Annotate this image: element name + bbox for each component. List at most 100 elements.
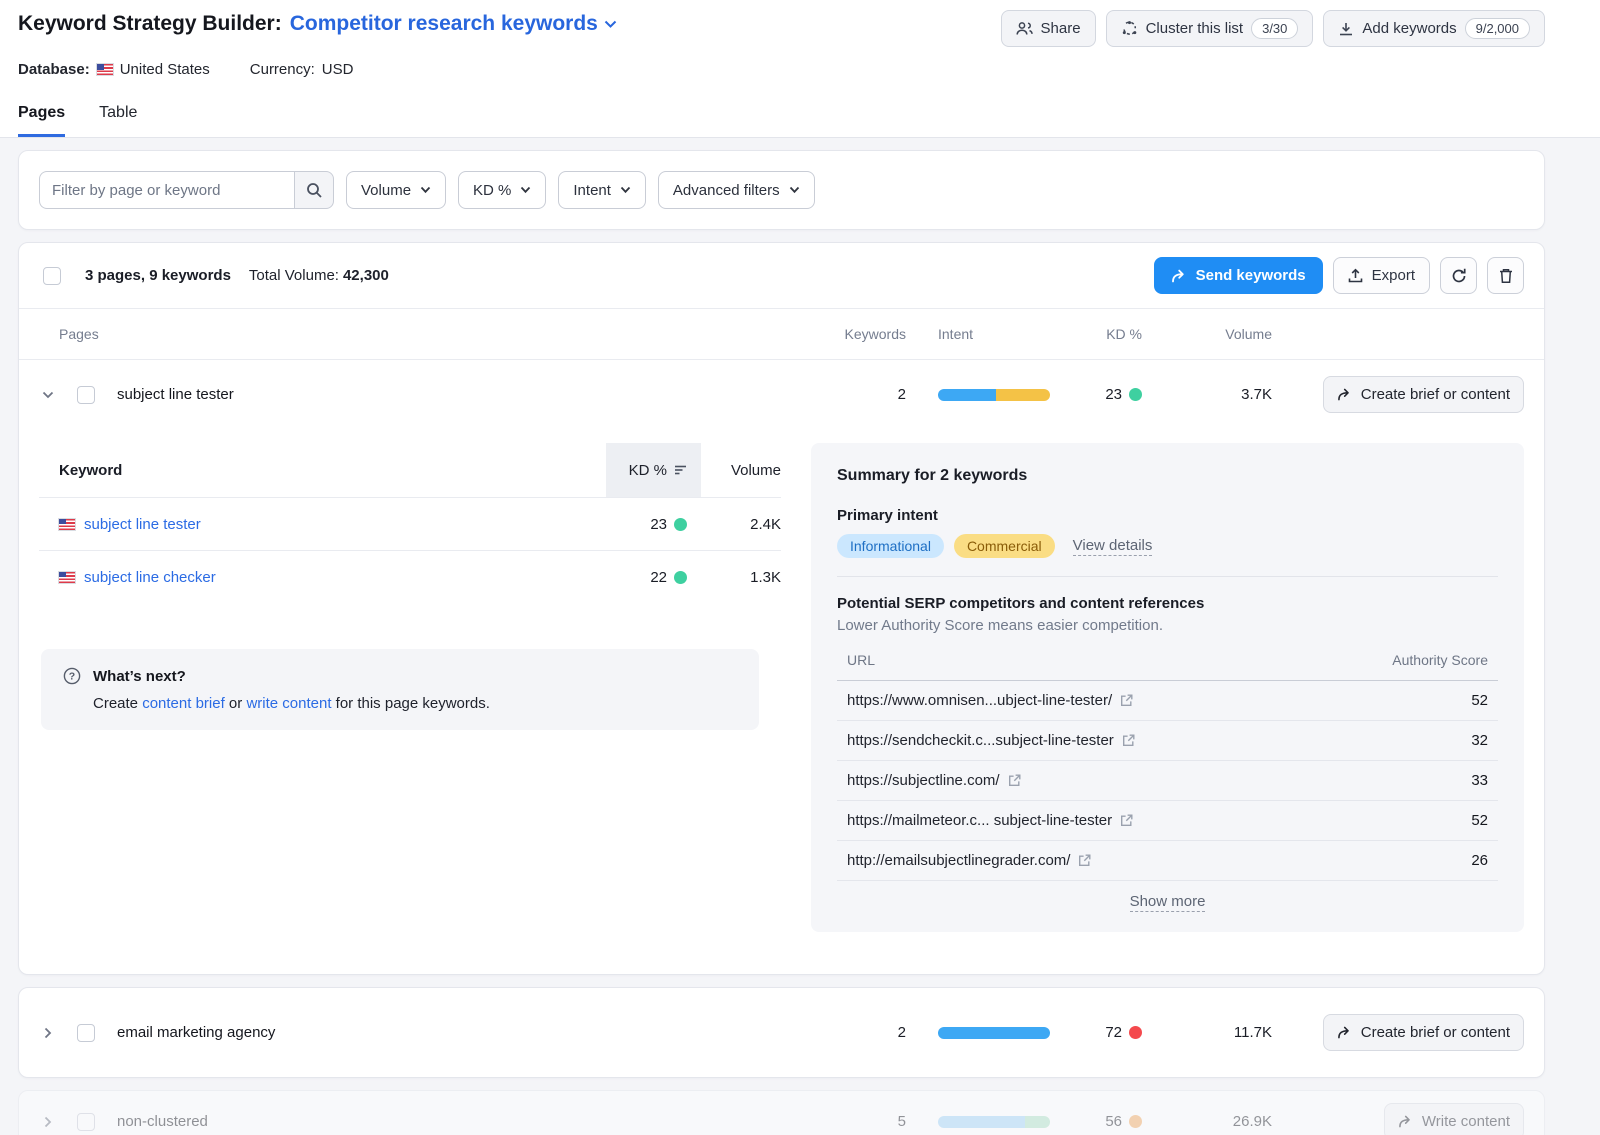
competitor-url: https://subjectline.com/ bbox=[847, 772, 1000, 789]
intent-bar bbox=[938, 1116, 1050, 1128]
expand-chevron-icon[interactable] bbox=[39, 1024, 57, 1042]
chevron-down-icon bbox=[789, 186, 800, 194]
page-name: non-clustered bbox=[117, 1113, 836, 1130]
authority-score: 52 bbox=[1471, 812, 1488, 829]
informational-badge: Informational bbox=[837, 534, 944, 558]
score-col-header: Authority Score bbox=[1392, 652, 1488, 668]
kw-col-kd-sorted[interactable]: KD % bbox=[606, 443, 701, 497]
commercial-badge: Commercial bbox=[954, 534, 1055, 558]
content-brief-link[interactable]: content brief bbox=[142, 695, 225, 712]
export-button[interactable]: Export bbox=[1333, 257, 1430, 294]
kw-col-volume: Volume bbox=[701, 443, 781, 497]
advanced-filters-dropdown[interactable]: Advanced filters bbox=[658, 171, 815, 209]
expand-chevron-icon[interactable] bbox=[39, 1113, 57, 1131]
row-checkbox[interactable] bbox=[77, 1024, 95, 1042]
chevron-down-icon bbox=[520, 186, 531, 194]
volume-filter-dropdown[interactable]: Volume bbox=[346, 171, 446, 209]
share-button[interactable]: Share bbox=[1001, 10, 1096, 47]
page-card-non-clustered: non-clustered 5 56 26.9K Write content bbox=[18, 1090, 1545, 1135]
summary-title: Summary for 2 keywords bbox=[837, 467, 1498, 485]
pages-table-card: 3 pages, 9 keywords Total Volume:42,300 … bbox=[18, 242, 1545, 975]
chevron-down-icon bbox=[420, 186, 431, 194]
search-input[interactable] bbox=[39, 171, 294, 209]
col-keywords: Keywords bbox=[836, 326, 906, 342]
create-brief-button[interactable]: Create brief or content bbox=[1323, 376, 1524, 413]
kd-value: 22 bbox=[650, 569, 667, 586]
refresh-icon bbox=[1451, 268, 1467, 284]
wn-part1: Create bbox=[93, 695, 142, 712]
view-details-link[interactable]: View details bbox=[1073, 537, 1153, 556]
page-row-non-clustered: non-clustered 5 56 26.9K Write content bbox=[39, 1093, 1524, 1135]
tab-table[interactable]: Table bbox=[99, 104, 137, 137]
competitor-url: http://emailsubjectlinegrader.com/ bbox=[847, 852, 1070, 869]
delete-button[interactable] bbox=[1487, 257, 1524, 294]
serp-url-row: https://sendcheckit.c...subject-line-tes… bbox=[837, 721, 1498, 761]
total-volume-label: Total Volume: bbox=[249, 267, 339, 284]
write-content-link[interactable]: write content bbox=[246, 695, 331, 712]
external-link-icon[interactable] bbox=[1008, 774, 1021, 787]
authority-score: 32 bbox=[1471, 732, 1488, 749]
kd-filter-dropdown[interactable]: KD % bbox=[458, 171, 546, 209]
volume-value: 2.4K bbox=[701, 516, 781, 533]
add-keywords-count-badge: 9/2,000 bbox=[1465, 18, 1530, 39]
kd-value: 72 bbox=[1105, 1024, 1122, 1041]
refresh-button[interactable] bbox=[1440, 257, 1477, 294]
wn-part3: for this page keywords. bbox=[332, 695, 490, 712]
write-content-label: Write content bbox=[1422, 1113, 1510, 1130]
keyword-link[interactable]: subject line tester bbox=[84, 516, 201, 533]
page-row-subject-line-tester: subject line tester 2 23 3.7K Create bri… bbox=[19, 359, 1544, 429]
intent-filter-dropdown[interactable]: Intent bbox=[558, 171, 646, 209]
database-value: United States bbox=[120, 61, 210, 78]
external-link-icon[interactable] bbox=[1078, 854, 1091, 867]
share-label: Share bbox=[1041, 20, 1081, 37]
create-brief-label: Create brief or content bbox=[1361, 386, 1510, 403]
page-name: email marketing agency bbox=[117, 1024, 836, 1041]
advanced-filters-label: Advanced filters bbox=[673, 182, 780, 199]
external-link-icon[interactable] bbox=[1120, 814, 1133, 827]
search-button[interactable] bbox=[294, 171, 334, 209]
create-brief-label: Create brief or content bbox=[1361, 1024, 1510, 1041]
tab-pages[interactable]: Pages bbox=[18, 104, 65, 137]
total-volume-value: 42,300 bbox=[343, 267, 389, 284]
add-keywords-label: Add keywords bbox=[1362, 20, 1456, 37]
keyword-row: subject line checker 22 1.3K bbox=[39, 550, 781, 603]
write-content-button[interactable]: Write content bbox=[1384, 1103, 1524, 1135]
list-name-dropdown[interactable]: Competitor research keywords bbox=[290, 12, 617, 36]
view-tabs: Pages Table bbox=[18, 104, 1545, 137]
page-header: Keyword Strategy Builder: Competitor res… bbox=[0, 0, 1600, 138]
intent-bar bbox=[938, 1027, 1050, 1039]
wn-part2: or bbox=[225, 695, 247, 712]
send-keywords-button[interactable]: Send keywords bbox=[1154, 257, 1323, 294]
serp-url-row: http://emailsubjectlinegrader.com/ 26 bbox=[837, 841, 1498, 881]
cluster-label: Cluster this list bbox=[1146, 20, 1244, 37]
list-name: Competitor research keywords bbox=[290, 12, 598, 36]
table-toolbar: 3 pages, 9 keywords Total Volume:42,300 … bbox=[19, 243, 1544, 309]
serp-competitors-title: Potential SERP competitors and content r… bbox=[837, 595, 1498, 612]
send-keywords-label: Send keywords bbox=[1196, 267, 1306, 284]
kd-value: 56 bbox=[1105, 1113, 1122, 1130]
trash-icon bbox=[1499, 268, 1513, 284]
add-keywords-button[interactable]: Add keywords 9/2,000 bbox=[1323, 10, 1545, 47]
keyword-link[interactable]: subject line checker bbox=[84, 569, 216, 586]
kd-value: 23 bbox=[1105, 386, 1122, 403]
competitor-url: https://mailmeteor.c... subject-line-tes… bbox=[847, 812, 1112, 829]
row-checkbox[interactable] bbox=[77, 386, 95, 404]
competitor-url: https://www.omnisen...ubject-line-tester… bbox=[847, 692, 1112, 709]
external-link-icon[interactable] bbox=[1120, 694, 1133, 707]
keywords-count: 5 bbox=[836, 1113, 906, 1130]
url-table-header: URL Authority Score bbox=[837, 634, 1498, 681]
collapse-chevron-icon[interactable] bbox=[39, 386, 57, 404]
create-brief-button[interactable]: Create brief or content bbox=[1323, 1014, 1524, 1051]
selection-summary: 3 pages, 9 keywords bbox=[85, 267, 231, 284]
cluster-count-badge: 3/30 bbox=[1251, 18, 1298, 39]
send-arrow-icon bbox=[1337, 1026, 1352, 1039]
show-more-link[interactable]: Show more bbox=[1130, 893, 1206, 912]
column-headers: Pages Keywords Intent KD % Volume bbox=[19, 309, 1544, 359]
total-volume: Total Volume:42,300 bbox=[249, 267, 389, 284]
row-checkbox[interactable] bbox=[77, 1113, 95, 1131]
volume-value: 26.9K bbox=[1184, 1113, 1272, 1130]
cluster-list-button[interactable]: Cluster this list 3/30 bbox=[1106, 10, 1314, 47]
select-all-checkbox[interactable] bbox=[43, 267, 61, 285]
external-link-icon[interactable] bbox=[1122, 734, 1135, 747]
serp-url-row: https://mailmeteor.c... subject-line-tes… bbox=[837, 801, 1498, 841]
